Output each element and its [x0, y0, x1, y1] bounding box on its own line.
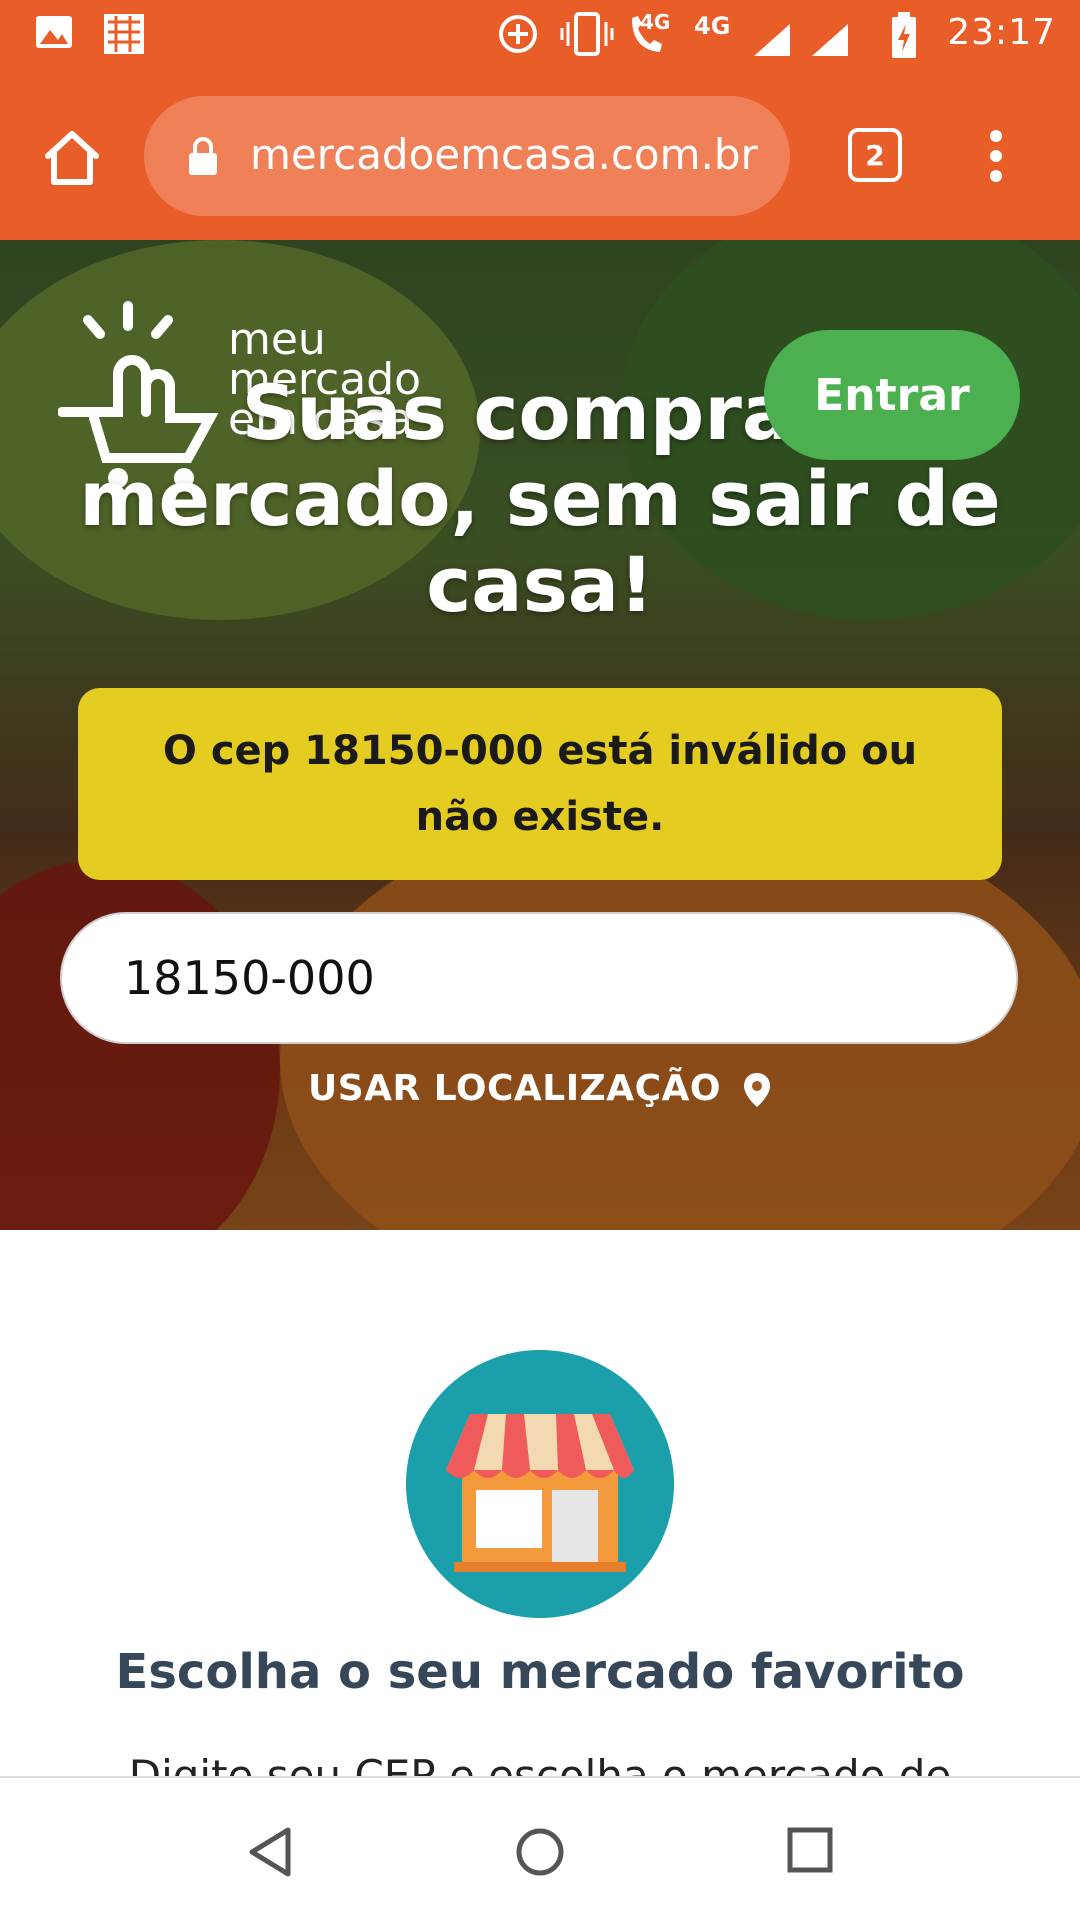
more-options-icon[interactable] — [982, 128, 1010, 184]
section-subtitle: Digite seu CEP e escolha o mercado de — [128, 1751, 952, 1776]
tab-switcher-button[interactable]: 2 — [848, 128, 902, 182]
recents-icon[interactable] — [786, 1826, 834, 1874]
use-location-link[interactable]: USAR LOCALIZAÇÃO — [0, 1068, 1080, 1109]
signal-icon — [812, 24, 848, 56]
url-text: mercadoemcasa.com.br — [250, 130, 758, 179]
lock-icon — [189, 137, 217, 175]
data-saver-icon — [499, 15, 537, 53]
battery-charging-icon — [892, 12, 916, 58]
hero-section: meu mercado em casa Suas compras mercado… — [0, 240, 1080, 1230]
section-title: Escolha o seu mercado favorito — [115, 1644, 965, 1700]
location-pin-icon — [744, 1073, 771, 1107]
browser-toolbar: mercadoemcasa.com.br 2 — [0, 76, 1080, 240]
system-nav-bar — [0, 1776, 1080, 1922]
app-icon — [104, 14, 144, 54]
back-icon[interactable] — [246, 1826, 296, 1878]
cep-input[interactable] — [60, 912, 1018, 1044]
login-button[interactable]: Entrar — [764, 330, 1020, 460]
network-4g-small-label: 4G — [640, 10, 671, 34]
image-icon — [36, 16, 72, 48]
network-4g-label: 4G — [694, 12, 731, 40]
error-alert: O cep 18150-000 está inválido ou não exi… — [78, 688, 1002, 880]
use-location-label: USAR LOCALIZAÇÃO — [307, 1068, 721, 1109]
home-nav-icon[interactable] — [514, 1826, 566, 1878]
store-icon — [406, 1350, 674, 1618]
home-icon[interactable] — [40, 126, 104, 190]
clock: 23:17 — [947, 12, 1056, 53]
address-bar[interactable]: mercadoemcasa.com.br — [144, 96, 790, 216]
vibrate-icon — [560, 12, 614, 56]
signal-icon — [754, 24, 790, 56]
status-bar: 4G 4G 23:17 — [0, 0, 1080, 76]
